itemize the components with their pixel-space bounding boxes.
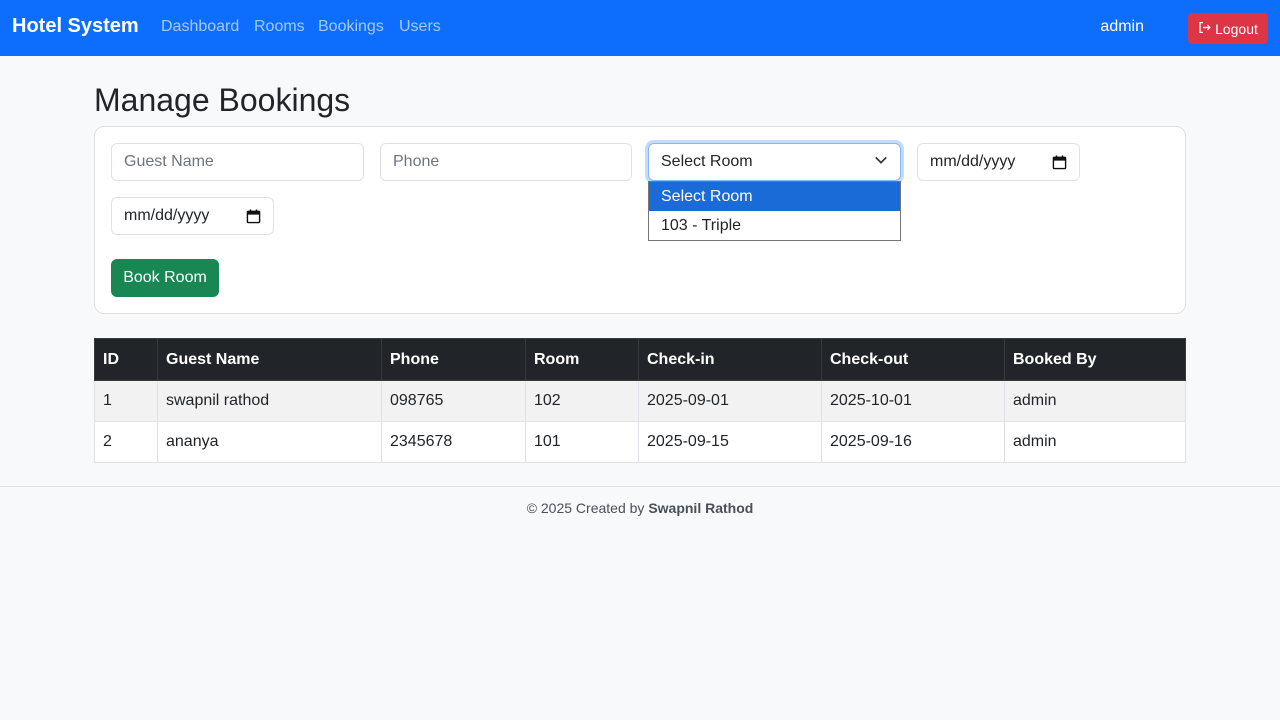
nav-link-rooms[interactable]: Rooms — [254, 18, 305, 36]
phone-input[interactable] — [380, 143, 632, 181]
cell-id: 2 — [94, 421, 158, 463]
column-header-room: Room — [525, 338, 639, 381]
footer-divider — [0, 486, 1280, 487]
table-row: 2 ananya 2345678 101 2025-09-15 2025-09-… — [94, 421, 1186, 463]
room-select-dropdown: Select Room 103 - Triple — [648, 181, 901, 241]
nav-link-users[interactable]: Users — [399, 18, 441, 36]
table-row: 1 swapnil rathod 098765 102 2025-09-01 2… — [94, 380, 1186, 422]
brand-link[interactable]: Hotel System — [12, 15, 139, 38]
page-title: Manage Bookings — [94, 82, 351, 118]
cell-checkin: 2025-09-01 — [638, 380, 822, 422]
table-header-row: ID Guest Name Phone Room Check-in Check-… — [94, 338, 1186, 381]
footer-copyright: © 2025 Created by — [526, 500, 645, 516]
column-header-checkout: Check-out — [821, 338, 1005, 381]
checkout-date-input[interactable]: mm/dd/yyyy — [111, 197, 274, 235]
cell-guest-name: swapnil rathod — [157, 380, 382, 422]
column-header-booked-by: Booked By — [1004, 338, 1186, 381]
column-header-id: ID — [94, 338, 158, 381]
chevron-down-icon — [874, 153, 888, 172]
column-header-phone: Phone — [381, 338, 526, 381]
checkin-date-input[interactable]: mm/dd/yyyy — [917, 143, 1080, 181]
guest-name-input[interactable] — [111, 143, 364, 181]
cell-room: 101 — [525, 421, 639, 463]
cell-booked-by: admin — [1004, 421, 1186, 463]
footer-author: Swapnil Rathod — [648, 500, 754, 516]
cell-booked-by: admin — [1004, 380, 1186, 422]
nav-link-bookings[interactable]: Bookings — [318, 18, 384, 36]
logout-button[interactable]: Logout — [1188, 13, 1268, 44]
column-header-guest-name: Guest Name — [157, 338, 382, 381]
logout-label: Logout — [1215, 20, 1258, 37]
checkin-date-placeholder: mm/dd/yyyy — [930, 153, 1016, 170]
cell-phone: 098765 — [381, 380, 526, 422]
cell-checkin: 2025-09-15 — [638, 421, 822, 463]
cell-checkout: 2025-10-01 — [821, 380, 1005, 422]
cell-guest-name: ananya — [157, 421, 382, 463]
logout-icon — [1198, 21, 1211, 37]
column-header-checkin: Check-in — [638, 338, 822, 381]
room-select-value: Select Room — [661, 153, 753, 170]
bookings-table: ID Guest Name Phone Room Check-in Check-… — [94, 338, 1186, 463]
room-option-103-triple[interactable]: 103 - Triple — [649, 211, 900, 240]
cell-checkout: 2025-09-16 — [821, 421, 1005, 463]
room-select[interactable]: Select Room — [648, 143, 901, 181]
nav-link-dashboard[interactable]: Dashboard — [161, 18, 239, 36]
cell-room: 102 — [525, 380, 639, 422]
cell-phone: 2345678 — [381, 421, 526, 463]
book-room-button[interactable]: Book Room — [111, 259, 219, 297]
current-user: admin — [1100, 18, 1144, 35]
calendar-icon[interactable] — [1052, 154, 1067, 170]
checkout-date-placeholder: mm/dd/yyyy — [124, 207, 210, 224]
room-option-select-room[interactable]: Select Room — [649, 182, 900, 211]
calendar-icon[interactable] — [246, 208, 261, 224]
footer: © 2025 Created by Swapnil Rathod — [0, 500, 1280, 516]
navbar: Hotel System Dashboard Rooms Bookings Us… — [0, 0, 1280, 56]
cell-id: 1 — [94, 380, 158, 422]
